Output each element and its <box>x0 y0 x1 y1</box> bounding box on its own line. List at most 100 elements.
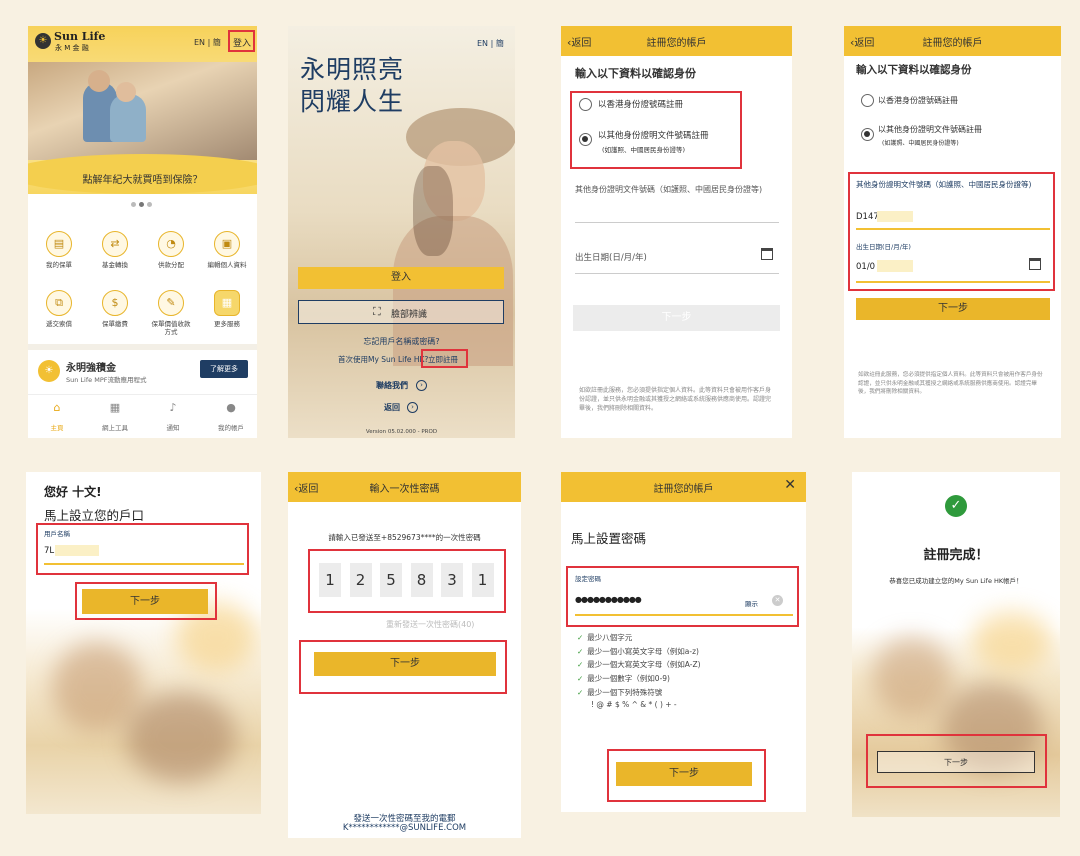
face-id-button[interactable]: ⛶ 臉部辨識 <box>298 300 504 324</box>
username-value: 7L <box>44 546 55 556</box>
language-toggle[interactable]: EN | 簡 <box>194 37 221 48</box>
document-icon[interactable]: ▤ <box>46 231 72 257</box>
screen-otp: ‹返回 輸入一次性密碼 請輸入已發送至+8529673****的一次性密碼 12… <box>288 472 521 838</box>
grid-icon[interactable]: ▦ <box>214 290 240 316</box>
next-button[interactable]: 下一步 <box>82 589 208 614</box>
mpf-learn-more-button[interactable]: 了解更多 <box>200 360 248 378</box>
calendar-icon[interactable] <box>761 248 773 260</box>
claim-icon[interactable]: ⧉ <box>46 290 72 316</box>
otp-digit-box[interactable]: 1 <box>471 563 494 597</box>
disclaimer-text: 如欲註冊此服務，您必須提供指定個人資料。此等資料只會被用作客戶身份認證，並只供永… <box>858 372 1043 395</box>
forgot-link[interactable]: 忘記用戶名稱或密碼? <box>288 336 515 347</box>
next-button-disabled[interactable]: 下一步 <box>573 305 780 331</box>
service-label: 遞交索償 <box>46 320 72 328</box>
calculator-icon[interactable]: ▦ <box>108 401 122 414</box>
radio-other-id[interactable] <box>861 128 874 141</box>
next-button[interactable]: 下一步 <box>616 762 752 786</box>
next-button[interactable]: 下一步 <box>314 652 496 676</box>
radio-hkid[interactable] <box>579 98 592 111</box>
contact-arrow-icon: › <box>416 380 427 391</box>
calendar-icon[interactable] <box>1029 258 1041 270</box>
carousel-dot[interactable] <box>131 202 136 207</box>
password-rule-text: 最少一個下列特殊符號 <box>587 687 663 697</box>
redacted-blur <box>877 260 913 272</box>
face-1 <box>88 70 110 92</box>
radio-other-id-label: 以其他身份證明文件號碼註冊 <box>878 125 982 134</box>
radio-hkid[interactable] <box>861 94 874 107</box>
language-toggle[interactable]: EN | 簡 <box>477 38 504 49</box>
close-icon[interactable]: ✕ <box>784 477 796 493</box>
otp-digit-box[interactable]: 5 <box>380 563 402 597</box>
banner-text: 點解年紀大就買唔到保險？ <box>82 175 203 186</box>
otp-digit-box[interactable]: 1 <box>319 563 341 597</box>
service-label: 保單價值收款方式 <box>151 320 191 336</box>
sunlife-logo-icon: ☀ <box>35 33 51 49</box>
radio-other-id[interactable] <box>579 133 592 146</box>
password-rule: ✓ 最少一個大寫英文字母（例如A-Z) <box>577 659 701 670</box>
special-symbols: ! @ # $ % ^ & * ( ) + - <box>591 700 677 709</box>
swap-icon[interactable]: ⇄ <box>102 231 128 257</box>
hero-hair <box>413 166 453 256</box>
success-check-icon: ✓ <box>945 495 967 517</box>
bg-figure-blur <box>52 642 142 732</box>
slogan-line-2: 閃耀人生 <box>300 87 405 116</box>
home-icon[interactable]: ⌂ <box>50 401 64 414</box>
otp-digit-box[interactable]: 3 <box>441 563 463 597</box>
next-button[interactable]: 下一步 <box>856 298 1050 320</box>
disclaimer-text: 如欲註冊此服務，您必須提供指定個人資料。此等資料只會被用作客戶身份認證，並只供永… <box>579 387 772 412</box>
back-link[interactable]: 返回 <box>384 402 400 413</box>
radio-other-id-sub: (如護照、中國居民身份證等) <box>882 140 959 147</box>
edit-icon[interactable]: ✎ <box>158 290 184 316</box>
login-link[interactable]: 登入 <box>233 36 251 49</box>
email-address: K************@SUNLIFE.COM <box>342 823 467 833</box>
login-button[interactable]: 登入 <box>298 267 504 289</box>
register-link[interactable]: 立即註冊 <box>428 354 458 365</box>
show-password-toggle[interactable]: 顯示 <box>745 598 758 608</box>
user-icon[interactable]: ● <box>224 401 238 414</box>
form-heading: 輸入以下資料以確認身份 <box>575 67 696 80</box>
dob-field-label: 出生日期(日/月/年) <box>575 253 647 263</box>
next-button[interactable]: 下一步 <box>877 751 1035 773</box>
nav-label: 我的帳戶 <box>218 424 244 432</box>
id-number-input[interactable] <box>856 228 1050 230</box>
carousel-dot-active[interactable] <box>139 202 144 207</box>
mpf-logo-icon: ☀ <box>38 360 60 382</box>
mpf-subtitle: Sun Life MPF流動應用程式 <box>66 376 147 384</box>
otp-digit-box[interactable]: 2 <box>349 563 372 597</box>
service-label: 編輯個人資料 <box>207 261 247 269</box>
password-rule-text: 最少八個字元 <box>587 633 633 642</box>
completion-message: 恭喜您已成功建立您的My Sun Life HK帳戶！ <box>889 577 1023 585</box>
check-icon: ✓ <box>577 646 584 656</box>
password-rule-text: 最少一個數字（例如0-9) <box>587 674 670 684</box>
bell-icon[interactable]: ♪ <box>166 401 180 414</box>
id-number-field-label: 其他身份證明文件號碼（如護照、中國居民身份證等) <box>856 180 1032 189</box>
service-label: 保單繳費 <box>102 320 128 328</box>
id-number-field-label: 其他身份證明文件號碼（如護照、中國居民身份證等) <box>575 185 763 194</box>
password-input[interactable] <box>575 614 793 616</box>
dob-input[interactable] <box>856 281 1050 283</box>
contact-link[interactable]: 聯絡我們 <box>376 380 408 391</box>
carousel-dot[interactable] <box>147 202 152 207</box>
password-rule: ✓ 最少一個下列特殊符號 <box>577 687 662 698</box>
redacted-blur <box>877 211 913 222</box>
slogan-line-1: 永明照亮 <box>300 55 405 84</box>
username-input[interactable] <box>44 563 244 565</box>
face-id-label: 臉部辨識 <box>391 310 428 320</box>
payment-icon[interactable]: $ <box>102 290 128 316</box>
profile-card-icon[interactable]: ▣ <box>214 231 240 257</box>
dob-input[interactable] <box>575 273 779 274</box>
id-number-input[interactable] <box>575 222 779 223</box>
dob-field-label: 出生日期(日/月/年) <box>856 243 911 251</box>
header-title: 註冊您的帳戶 <box>646 38 707 49</box>
pie-icon[interactable]: ◔ <box>158 231 184 257</box>
header-bar: ‹返回 註冊您的帳戶 <box>844 26 1061 56</box>
banner-photo[interactable] <box>28 62 257 160</box>
check-icon: ✓ <box>577 687 584 697</box>
resend-link[interactable]: 重新發送一次性密碼(40) <box>386 619 474 630</box>
first-time-text: 首次使用My Sun Life HK? <box>338 355 429 364</box>
bg-light-blur <box>972 612 1052 672</box>
redacted-blur <box>55 545 99 556</box>
clear-icon[interactable]: ✕ <box>772 595 783 606</box>
otp-digit-box[interactable]: 8 <box>410 563 433 597</box>
face-2 <box>116 82 136 102</box>
